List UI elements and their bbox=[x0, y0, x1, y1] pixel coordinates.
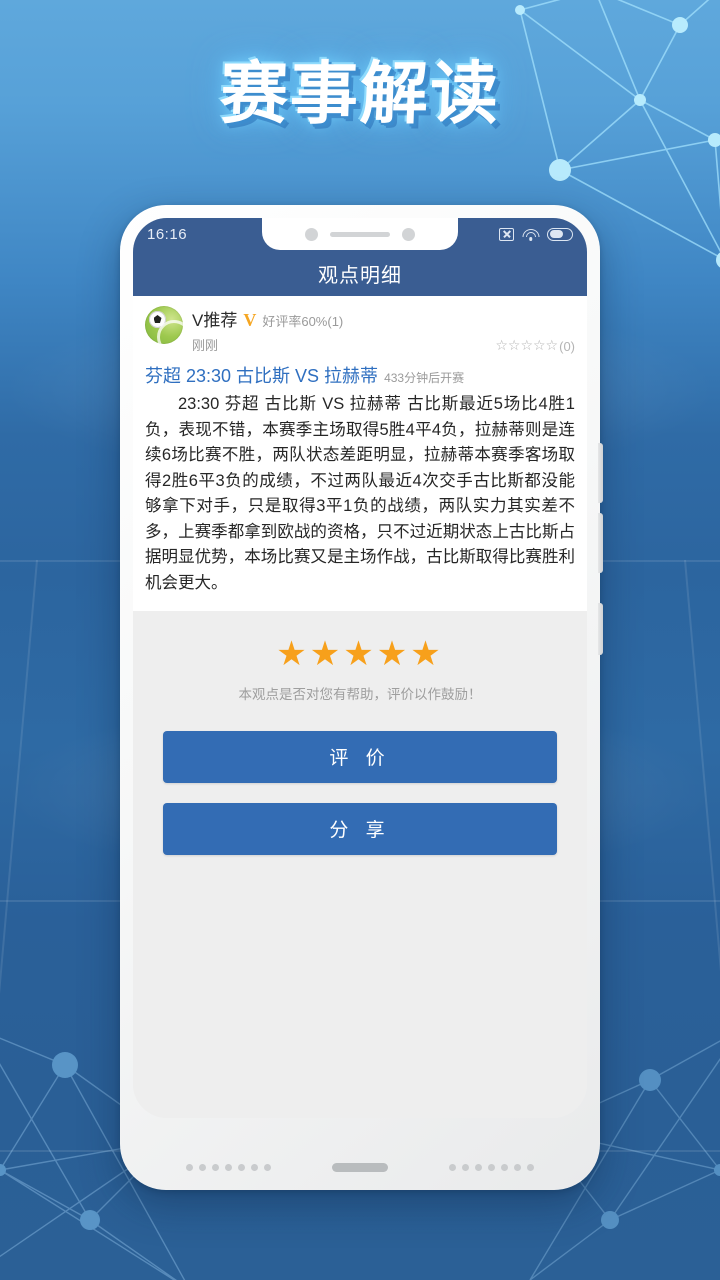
pitch-line bbox=[684, 559, 720, 1278]
proximity-sensor-icon bbox=[402, 227, 415, 241]
page-root: 赛事解读 16:16 观点明细 V推荐 V 好评率60%(1) 刚刚 ☆☆☆☆☆… bbox=[0, 0, 720, 1280]
status-clock: 16:16 bbox=[147, 225, 188, 243]
power-button[interactable] bbox=[598, 603, 603, 655]
praise-rate: 好评率60%(1) bbox=[262, 314, 344, 329]
front-camera-icon bbox=[305, 227, 318, 241]
wifi-icon bbox=[522, 228, 539, 241]
action-buttons: 评 价 分 享 bbox=[133, 709, 587, 855]
banner: 赛事解读 bbox=[0, 55, 720, 134]
volume-down-button[interactable] bbox=[598, 513, 603, 573]
feedback-hint: 本观点是否对您有帮助，评价以作鼓励！ bbox=[238, 686, 482, 702]
author-name[interactable]: V推荐 bbox=[192, 306, 237, 331]
feedback-section: ★★★★★ 本观点是否对您有帮助，评价以作鼓励！ bbox=[133, 611, 587, 709]
share-button[interactable]: 分 享 bbox=[163, 802, 557, 855]
match-info[interactable]: 芬超 23:30 古比斯 VS 拉赫蒂 433分钟后开赛 bbox=[145, 362, 575, 388]
x-box-icon bbox=[499, 227, 514, 241]
phone-bottom-hardware bbox=[120, 1162, 600, 1174]
content-scroll[interactable]: V推荐 V 好评率60%(1) 刚刚 ☆☆☆☆☆ (0) 芬超 23:30 古比… bbox=[133, 296, 587, 1118]
pitch-line bbox=[0, 559, 38, 1278]
author-row: V推荐 V 好评率60%(1) bbox=[192, 306, 486, 331]
avatar[interactable] bbox=[145, 306, 183, 344]
post-meta: V推荐 V 好评率60%(1) 刚刚 bbox=[192, 306, 486, 354]
time-ago: 刚刚 bbox=[192, 338, 219, 353]
speaker-grille-left bbox=[186, 1164, 271, 1171]
match-countdown: 433分钟后开赛 bbox=[384, 371, 465, 385]
phone-notch bbox=[262, 218, 458, 250]
status-icons bbox=[499, 227, 573, 241]
phone-mockup: 16:16 观点明细 V推荐 V 好评率60%(1) 刚刚 ☆☆☆☆☆ (0) … bbox=[120, 205, 603, 1190]
rating-count: (0) bbox=[559, 339, 575, 354]
opinion-body: 23:30 芬超 古比斯 VS 拉赫蒂 古比斯最近5场比4胜1负，表现不错，本赛… bbox=[145, 395, 575, 592]
empty-stars-icon: ☆☆☆☆☆ bbox=[495, 337, 559, 353]
post-header: V推荐 V 好评率60%(1) 刚刚 ☆☆☆☆☆ (0) bbox=[145, 306, 575, 354]
usb-port bbox=[332, 1163, 388, 1172]
opinion-card: V推荐 V 好评率60%(1) 刚刚 ☆☆☆☆☆ (0) 芬超 23:30 古比… bbox=[133, 296, 587, 611]
phone-screen: 16:16 观点明细 V推荐 V 好评率60%(1) 刚刚 ☆☆☆☆☆ (0) … bbox=[133, 218, 587, 1118]
rating-display[interactable]: ☆☆☆☆☆ (0) bbox=[495, 337, 575, 354]
volume-up-button[interactable] bbox=[598, 443, 603, 503]
rate-button[interactable]: 评 价 bbox=[163, 730, 557, 783]
banner-title: 赛事解读 bbox=[218, 55, 502, 134]
battery-icon bbox=[547, 227, 573, 241]
rating-stars-input[interactable]: ★★★★★ bbox=[133, 637, 587, 671]
app-bar: 观点明细 bbox=[133, 250, 587, 296]
earpiece-speaker bbox=[330, 231, 390, 237]
match-title: 芬超 23:30 古比斯 VS 拉赫蒂 bbox=[145, 366, 379, 386]
speaker-grille-right bbox=[449, 1164, 534, 1171]
page-title: 观点明细 bbox=[318, 264, 402, 287]
verified-v-icon: V bbox=[243, 310, 257, 330]
